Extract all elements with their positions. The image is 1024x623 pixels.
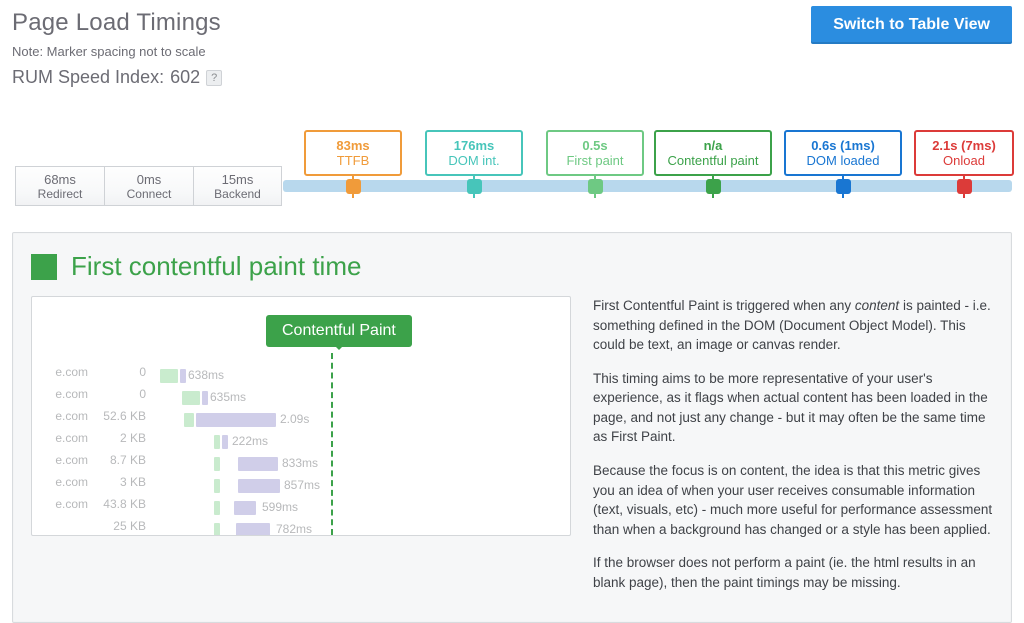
waterfall-row: 25 KB782ms bbox=[32, 519, 570, 536]
panel-title: First contentful paint time bbox=[71, 251, 361, 282]
rum-value: 602 bbox=[170, 67, 200, 88]
marker-dom-loaded[interactable]: 0.6s (1ms) DOM loaded bbox=[784, 130, 902, 176]
rum-label: RUM Speed Index: bbox=[12, 67, 164, 88]
waterfall-row: e.com0635ms bbox=[32, 387, 570, 409]
waterfall-preview[interactable]: Contentful Paint e.com0638mse.com0635mse… bbox=[31, 296, 571, 536]
marker-dom-interactive[interactable]: 176ms DOM int. bbox=[425, 130, 523, 176]
pre-phases: 68msRedirect0msConnect15msBackend bbox=[15, 166, 282, 206]
marker-ttfb[interactable]: 83ms TTFB bbox=[304, 130, 402, 176]
panel-color-icon bbox=[31, 254, 57, 280]
waterfall-row: e.com43.8 KB599ms bbox=[32, 497, 570, 519]
timeline-track bbox=[283, 180, 1012, 192]
contentful-paint-flag: Contentful Paint bbox=[266, 315, 412, 347]
detail-panel: First contentful paint time Contentful P… bbox=[12, 232, 1012, 623]
marker-first-paint[interactable]: 0.5s First paint bbox=[546, 130, 644, 176]
waterfall-row: e.com3 KB857ms bbox=[32, 475, 570, 497]
marker-fp-node bbox=[588, 179, 603, 194]
waterfall-row: e.com8.7 KB833ms bbox=[32, 453, 570, 475]
rum-speed-index: RUM Speed Index: 602 ? bbox=[12, 67, 1012, 88]
marker-onload[interactable]: 2.1s (7ms) Onload bbox=[914, 130, 1014, 176]
switch-table-view-button[interactable]: Switch to Table View bbox=[811, 6, 1012, 44]
panel-description: First Contentful Paint is triggered when… bbox=[593, 296, 993, 606]
waterfall-rows: e.com0638mse.com0635mse.com52.6 KB2.09se… bbox=[32, 365, 570, 536]
marker-ttfb-node bbox=[346, 179, 361, 194]
page-title: Page Load Timings bbox=[12, 9, 221, 37]
waterfall-row: e.com0638ms bbox=[32, 365, 570, 387]
timeline: 68msRedirect0msConnect15msBackend 83ms T… bbox=[12, 96, 1012, 206]
marker-dom-node bbox=[467, 179, 482, 194]
waterfall-row: e.com52.6 KB2.09s bbox=[32, 409, 570, 431]
help-icon[interactable]: ? bbox=[206, 70, 222, 86]
waterfall-row: e.com2 KB222ms bbox=[32, 431, 570, 453]
marker-contentful-paint[interactable]: n/a Contentful paint bbox=[654, 130, 772, 176]
pre-phase-backend[interactable]: 15msBackend bbox=[193, 166, 282, 206]
note-text: Note: Marker spacing not to scale bbox=[12, 44, 1012, 59]
marker-cp-node bbox=[706, 179, 721, 194]
marker-dl-node bbox=[836, 179, 851, 194]
pre-phase-redirect[interactable]: 68msRedirect bbox=[15, 166, 104, 206]
marker-onl-node bbox=[957, 179, 972, 194]
pre-phase-connect[interactable]: 0msConnect bbox=[104, 166, 193, 206]
